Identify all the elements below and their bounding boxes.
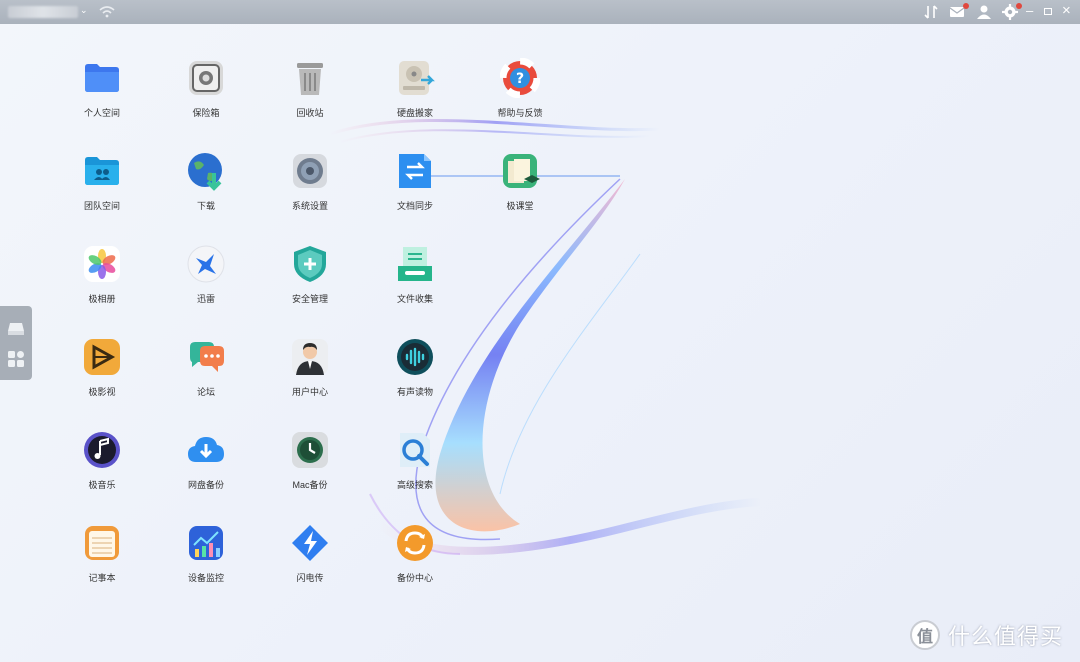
app-label: 团队空间: [83, 201, 120, 211]
app-forum[interactable]: 论坛: [166, 337, 246, 417]
app-photos[interactable]: 极相册: [62, 244, 142, 324]
mail-alert-dot: [963, 3, 969, 9]
classroom-icon: [500, 151, 540, 191]
app-label: 高级搜索: [396, 480, 433, 490]
app-label: 文档同步: [396, 201, 433, 211]
app-personal-space[interactable]: 个人空间: [62, 58, 142, 138]
app-user-center[interactable]: 用户中心: [270, 337, 350, 417]
svg-text:?: ?: [516, 71, 524, 87]
disk-move-icon: [395, 58, 435, 98]
app-mac-backup[interactable]: Mac备份: [270, 430, 350, 510]
chevron-down-icon[interactable]: ⌄: [80, 5, 88, 16]
app-safe[interactable]: 保险箱: [166, 58, 246, 138]
close-button[interactable]: ×: [1062, 2, 1071, 19]
app-label: 记事本: [88, 573, 116, 583]
app-label: 系统设置: [291, 201, 328, 211]
app-backup-center[interactable]: 备份中心: [375, 523, 455, 603]
safe-icon: [186, 58, 226, 98]
maximize-button[interactable]: [1044, 8, 1052, 15]
app-label: 帮助与反馈: [497, 108, 543, 118]
app-label: 迅雷: [196, 294, 215, 304]
app-label: 极课堂: [506, 201, 534, 211]
search-icon: [395, 430, 435, 470]
app-security[interactable]: 安全管理: [270, 244, 350, 324]
user-center-icon: [290, 337, 330, 377]
app-label: 硬盘搬家: [396, 108, 433, 118]
watermark-text: 什么值得买: [948, 624, 1064, 649]
app-doc-sync[interactable]: 文档同步: [375, 151, 455, 231]
wifi-icon: [98, 3, 116, 21]
app-label: 用户中心: [291, 387, 328, 397]
app-label: 备份中心: [396, 573, 433, 583]
apps-grid-icon[interactable]: [7, 350, 25, 368]
user-icon[interactable]: [975, 3, 993, 21]
app-recycle-bin[interactable]: 回收站: [270, 58, 350, 138]
watermark: 值 什么值得买: [910, 618, 1063, 652]
app-music[interactable]: 极音乐: [62, 430, 142, 510]
watermark-logo: 值: [910, 620, 940, 650]
app-classroom[interactable]: 极课堂: [480, 151, 560, 231]
cloud-backup-icon: [186, 430, 226, 470]
app-label: 保险箱: [192, 108, 220, 118]
app-label: 极相册: [88, 294, 116, 304]
top-bar: ⌄ – ×: [0, 0, 1080, 24]
mac-backup-icon: [290, 430, 330, 470]
app-thunder[interactable]: 迅雷: [166, 244, 246, 324]
app-label: 论坛: [196, 387, 215, 397]
folder-icon: [82, 58, 122, 98]
app-help-feedback[interactable]: ? 帮助与反馈: [480, 58, 560, 138]
app-video[interactable]: 极影视: [62, 337, 142, 417]
app-system-settings[interactable]: 系统设置: [270, 151, 350, 231]
transfer-icon[interactable]: [922, 3, 940, 21]
file-collect-icon: [395, 244, 435, 284]
photos-icon: [82, 244, 122, 284]
app-flash-transfer[interactable]: 闪电传: [270, 523, 350, 603]
minimize-button[interactable]: –: [1026, 3, 1033, 18]
app-label: Mac备份: [292, 480, 328, 490]
app-device-monitor[interactable]: 设备监控: [166, 523, 246, 603]
audiobook-icon: [395, 337, 435, 377]
app-disk-move[interactable]: 硬盘搬家: [375, 58, 455, 138]
system-settings-icon: [290, 151, 330, 191]
thunder-bird-icon: [186, 244, 226, 284]
lifebuoy-icon: ?: [500, 58, 540, 98]
app-label: 设备监控: [187, 573, 224, 583]
monitor-chart-icon: [186, 523, 226, 563]
device-name-blurred: [8, 6, 78, 18]
shield-icon: [290, 244, 330, 284]
app-label: 有声读物: [396, 387, 433, 397]
app-label: 安全管理: [291, 294, 328, 304]
video-icon: [82, 337, 122, 377]
team-folder-icon: [82, 151, 122, 191]
app-label: 个人空间: [83, 108, 120, 118]
app-audiobook[interactable]: 有声读物: [375, 337, 455, 417]
music-icon: [82, 430, 122, 470]
app-advanced-search[interactable]: 高级搜索: [375, 430, 455, 510]
app-label: 文件收集: [396, 294, 433, 304]
app-file-collect[interactable]: 文件收集: [375, 244, 455, 324]
notepad-icon: [82, 523, 122, 563]
lightning-icon: [290, 523, 330, 563]
app-label: 极音乐: [88, 480, 116, 490]
globe-download-icon: [186, 151, 226, 191]
backup-center-icon: [395, 523, 435, 563]
app-label: 回收站: [296, 108, 324, 118]
app-cloud-backup[interactable]: 网盘备份: [166, 430, 246, 510]
app-label: 极影视: [88, 387, 116, 397]
settings-alert-dot: [1016, 3, 1022, 9]
app-label: 网盘备份: [187, 480, 224, 490]
app-team-space[interactable]: 团队空间: [62, 151, 142, 231]
app-label: 下载: [196, 201, 215, 211]
app-label: 闪电传: [296, 573, 324, 583]
forum-icon: [186, 337, 226, 377]
doc-sync-icon: [395, 151, 435, 191]
app-notepad[interactable]: 记事本: [62, 523, 142, 603]
drive-icon[interactable]: [7, 319, 25, 337]
side-dock: [0, 306, 32, 380]
trash-icon: [290, 58, 330, 98]
app-download[interactable]: 下载: [166, 151, 246, 231]
